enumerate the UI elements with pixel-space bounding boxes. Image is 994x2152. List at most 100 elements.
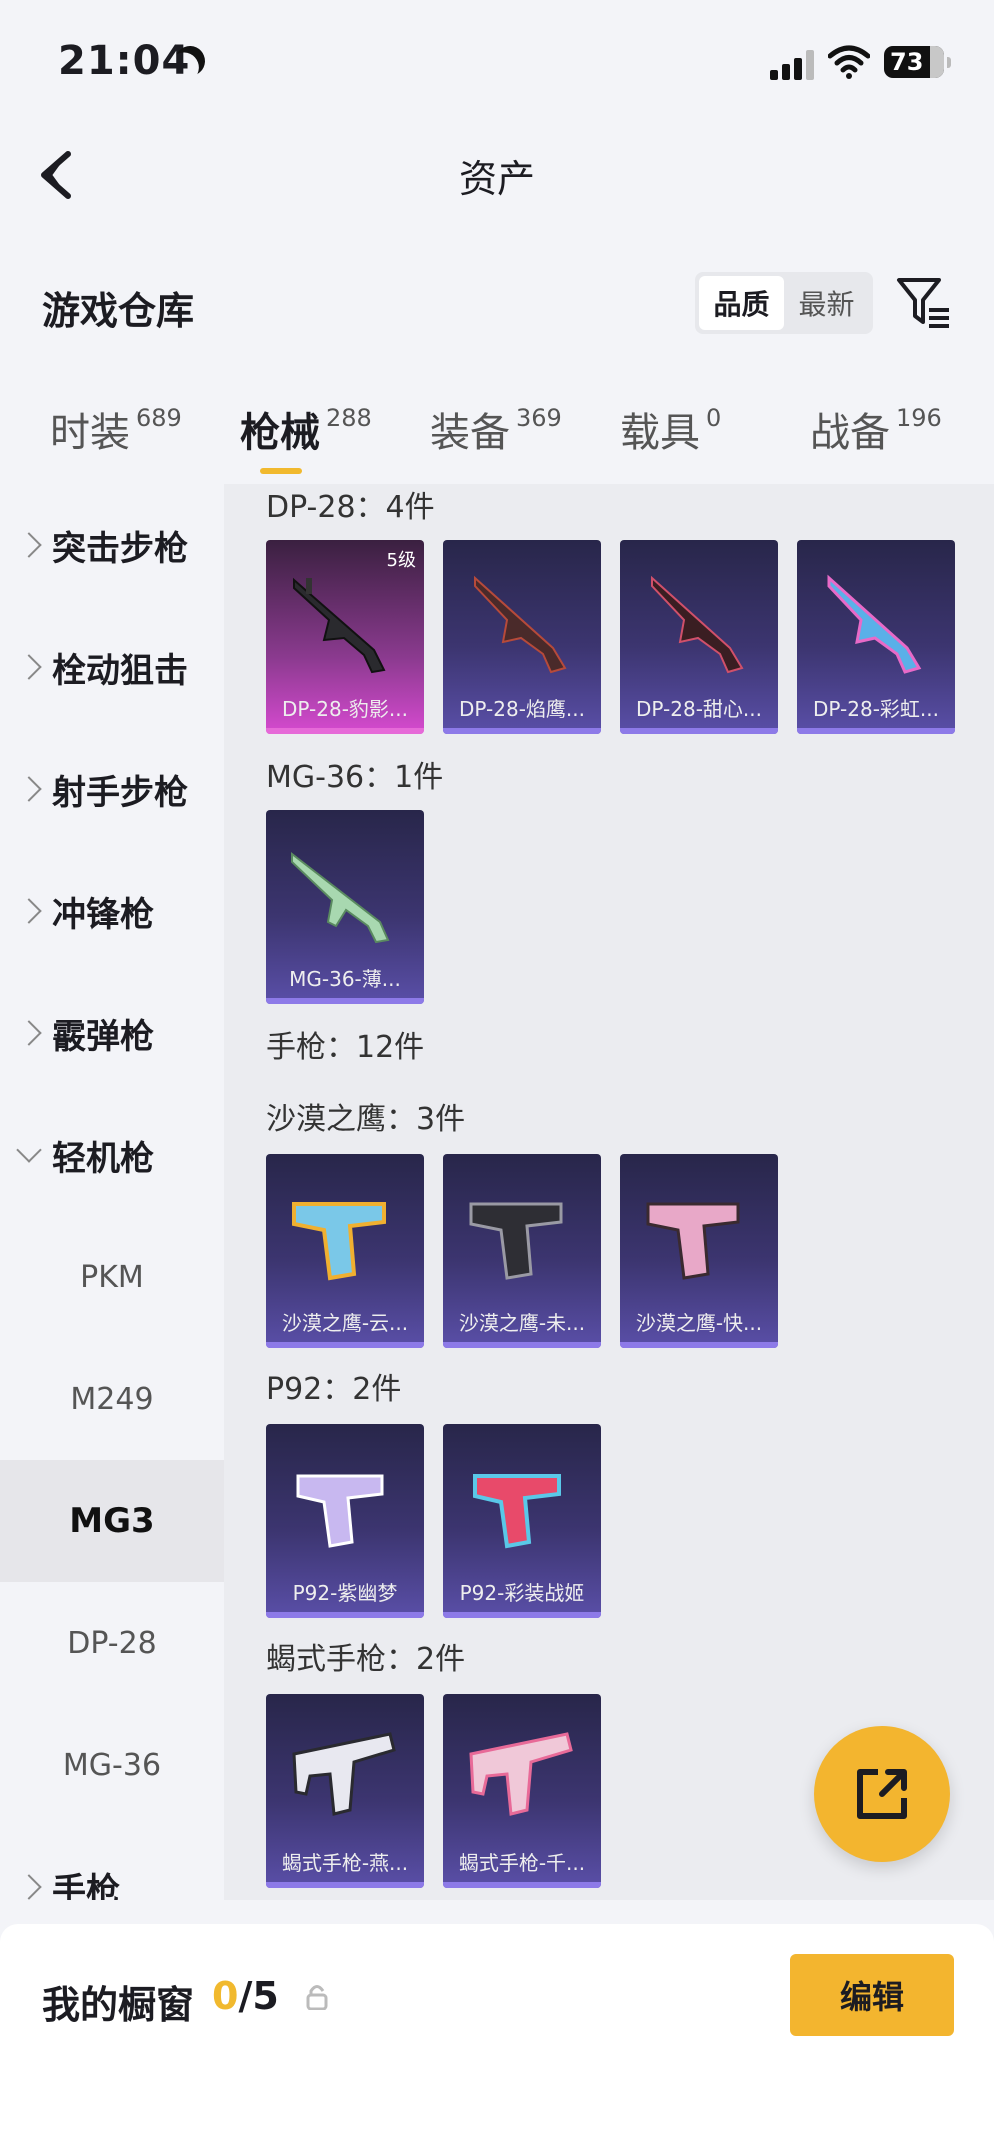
tab-indicator (260, 468, 302, 474)
share-button[interactable] (814, 1726, 950, 1862)
tab-label: 装备 (430, 410, 510, 456)
signal-icon (770, 50, 814, 80)
level-badge: 5级 (386, 550, 416, 571)
sidebar-item-label: 栓动狙击 (52, 650, 188, 691)
showcase-label: 我的橱窗 (42, 1983, 195, 2027)
status-time: 21:04 (58, 38, 191, 84)
pistol-icon (473, 1474, 561, 1549)
item-name: 沙漠之鹰-云... (281, 1311, 409, 1335)
item-card[interactable]: 蝎式手枪-燕... (266, 1694, 424, 1888)
section-title: 游戏仓库 (42, 289, 195, 333)
sidebar-item-shotgun[interactable]: 霰弹枪 (0, 972, 224, 1094)
group-label-pistol: 手枪：12件 (266, 1030, 425, 1065)
item-name: DP-28-彩虹... (813, 697, 939, 721)
item-name: P92-彩装战姬 (459, 1581, 585, 1605)
chevron-right-icon (16, 776, 42, 802)
sidebar-item-bolt-sniper[interactable]: 栓动狙击 (0, 606, 224, 728)
group-label-desert-eagle: 沙漠之鹰：3件 (266, 1102, 466, 1137)
pistol-icon (469, 1202, 563, 1280)
item-name: MG-36-薄... (289, 967, 401, 991)
pistol-icon (646, 1202, 740, 1280)
page-title: 资产 (458, 157, 535, 201)
tab-count: 689 (136, 404, 182, 432)
pistol-icon (296, 1474, 384, 1548)
sidebar-item-label: 突击步枪 (52, 528, 188, 569)
tab-count: 196 (896, 404, 942, 432)
tab-guns[interactable]: 枪械 288 (240, 400, 372, 458)
sidebar-subitem-mg3[interactable]: MG3 (0, 1460, 224, 1582)
tab-count: 369 (516, 404, 562, 432)
item-name: DP-28-豹影... (282, 697, 408, 721)
chevron-right-icon (16, 654, 42, 680)
item-card[interactable]: P92-紫幽梦 (266, 1424, 424, 1618)
tab-gear[interactable]: 战备 196 (810, 400, 942, 458)
pistol-icon (292, 1202, 386, 1281)
item-name: P92-紫幽梦 (292, 1581, 398, 1605)
sort-quality-button[interactable]: 品质 (699, 276, 784, 330)
edit-button[interactable]: 编辑 (790, 1954, 954, 2036)
sidebar-item-assault-rifle[interactable]: 突击步枪 (0, 484, 224, 606)
item-card[interactable]: 5级 DP-28-豹影... (266, 540, 424, 734)
group-label-dp28: DP-28：4件 (266, 490, 435, 525)
sort-toggle: 品质 最新 (695, 272, 873, 334)
tab-fashion[interactable]: 时装 689 (50, 400, 182, 458)
item-card[interactable]: 沙漠之鹰-云... (266, 1154, 424, 1348)
tab-equipment[interactable]: 装备 369 (430, 400, 562, 458)
tab-label: 战备 (810, 410, 890, 456)
item-card[interactable]: P92-彩装战姬 (443, 1424, 601, 1618)
item-card[interactable]: DP-28-彩虹... (797, 540, 955, 734)
chevron-right-icon (16, 532, 42, 558)
sort-latest-button[interactable]: 最新 (784, 276, 869, 330)
sidebar-item-label: 轻机枪 (52, 1138, 154, 1179)
group-label-scorpion: 蝎式手枪：2件 (266, 1642, 466, 1677)
lmg-icon (651, 575, 744, 674)
sidebar-subitem-mg36[interactable]: MG-36 (0, 1704, 224, 1826)
sidebar-item-pistol[interactable]: 手枪 (0, 1826, 224, 1900)
pistol-icon (292, 1732, 396, 1816)
battery-level: 73 (890, 48, 924, 76)
filter-icon[interactable] (895, 274, 951, 332)
tab-vehicles[interactable]: 载具 0 (620, 400, 721, 458)
item-card[interactable]: DP-28-焰鹰... (443, 540, 601, 734)
lmg-icon (474, 575, 567, 674)
lmg-icon (827, 574, 922, 674)
item-name: DP-28-甜心... (636, 697, 762, 721)
item-card[interactable]: MG-36-薄... (266, 810, 424, 1004)
sidebar-item-label: 手枪 (52, 1870, 120, 1901)
sidebar-item-smg[interactable]: 冲锋枪 (0, 850, 224, 972)
pistol-icon (469, 1732, 573, 1816)
item-card[interactable]: 蝎式手枪-千... (443, 1694, 601, 1888)
showcase-count: 0/5 (212, 1974, 279, 2018)
showcase-bar: 我的橱窗 0/5 编辑 (0, 1924, 994, 2152)
item-card[interactable]: 沙漠之鹰-未... (443, 1154, 601, 1348)
lmg-icon (293, 577, 386, 674)
sidebar-item-label: 霰弹枪 (52, 1016, 154, 1057)
chevron-right-icon (16, 898, 42, 924)
sidebar-subitem-dp28[interactable]: DP-28 (0, 1582, 224, 1704)
showcase-total: /5 (238, 1974, 279, 2018)
tab-label: 枪械 (240, 410, 320, 456)
sidebar-subitem-pkm[interactable]: PKM (0, 1216, 224, 1338)
tab-label: 载具 (620, 410, 700, 456)
lmg-icon (291, 851, 390, 944)
status-bar: 21:04 73 (0, 0, 994, 120)
item-card[interactable]: 沙漠之鹰-快... (620, 1154, 778, 1348)
group-label-p92: P92：2件 (266, 1372, 402, 1407)
battery-indicator: 73 (884, 46, 951, 78)
item-name: 沙漠之鹰-快... (635, 1311, 763, 1335)
sidebar: 突击步枪 栓动狙击 射手步枪 冲锋枪 霰弹枪 轻机枪 PKM M249 MG3 … (0, 484, 224, 1900)
sidebar-item-label: 冲锋枪 (52, 894, 154, 935)
wifi-icon (828, 45, 870, 79)
chevron-down-icon (16, 1137, 42, 1163)
category-tabs: 时装 689 枪械 288 装备 369 载具 0 战备 196 (0, 400, 994, 480)
sidebar-item-lmg[interactable]: 轻机枪 (0, 1094, 224, 1216)
tab-label: 时装 (50, 410, 130, 456)
chevron-right-icon (16, 1020, 42, 1046)
item-name: 蝎式手枪-燕... (281, 1851, 409, 1875)
sidebar-subitem-m249[interactable]: M249 (0, 1338, 224, 1460)
item-grid: DP-28：4件 5级 DP-28-豹影... DP-28-焰鹰... DP-2… (224, 484, 994, 1900)
sidebar-item-label: 射手步枪 (52, 772, 188, 813)
item-card[interactable]: DP-28-甜心... (620, 540, 778, 734)
group-label-mg36: MG-36：1件 (266, 760, 444, 795)
sidebar-item-marksman-rifle[interactable]: 射手步枪 (0, 728, 224, 850)
